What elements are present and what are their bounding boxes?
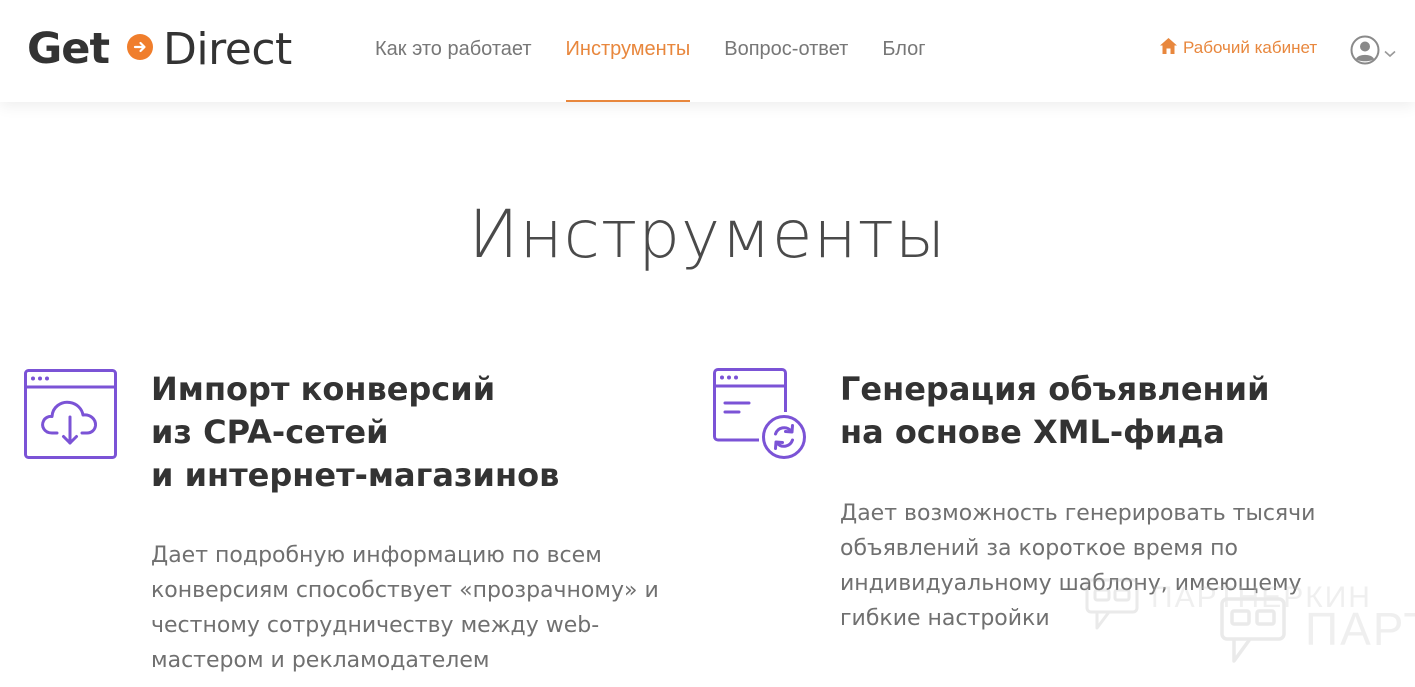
logo[interactable]: Get Direct: [27, 22, 292, 76]
arrow-right-circle-icon: [127, 34, 154, 60]
cabinet-label: Рабочий кабинет: [1183, 38, 1318, 57]
feature-desc-line: конверсиям способствует «прозрачному» и: [151, 578, 659, 603]
feature-title: Генерация объявлений на основе XML-фида: [840, 368, 1270, 454]
feature-desc-line: Дает подробную информацию по всем: [151, 543, 602, 568]
user-menu[interactable]: [1350, 35, 1396, 69]
feature-desc-line: объявлений за короткое время по: [840, 536, 1238, 561]
site-header: Get Direct Как это работает Инструменты …: [0, 0, 1415, 102]
watermark-text: ПАРТ: [1305, 603, 1415, 655]
nav-item-blog[interactable]: Блог: [882, 0, 925, 102]
feature-desc-line: Дает возможность генерировать тысячи: [840, 501, 1316, 526]
feature-title: Импорт конверсий из CPA-сетей и интернет…: [151, 368, 559, 497]
user-avatar-icon: [1350, 35, 1380, 69]
feature-title-line: Импорт конверсий: [151, 370, 496, 408]
main-nav: Как это работает Инструменты Вопрос-отве…: [375, 0, 960, 102]
logo-text-direct: Direct: [163, 23, 292, 75]
watermark-logo-icon: [1220, 597, 1290, 671]
feature-desc-line: мастером и рекламодателем: [151, 648, 490, 673]
chevron-down-icon: [1384, 43, 1396, 62]
feature-title-line: Генерация объявлений: [840, 370, 1270, 408]
feature-title-line: и интернет-магазинов: [151, 456, 560, 494]
cabinet-link[interactable]: Рабочий кабинет: [1159, 37, 1317, 59]
feature-description: Дает подробную информацию по всем конвер…: [151, 538, 659, 678]
feature-desc-line: честному сотрудничеству между web-: [151, 613, 600, 638]
page-title: Инструменты: [468, 196, 947, 273]
watermark-logo-icon: [1085, 578, 1141, 638]
home-icon: [1159, 37, 1178, 59]
nav-item-tools[interactable]: Инструменты: [565, 0, 690, 102]
nav-item-faq[interactable]: Вопрос-ответ: [724, 0, 848, 102]
logo-text-get: Get: [27, 24, 110, 74]
feature-title-line: из CPA-сетей: [151, 413, 389, 451]
feature-title-line: на основе XML-фида: [840, 413, 1225, 451]
refresh-window-icon: [713, 368, 807, 464]
nav-item-how-it-works[interactable]: Как это работает: [375, 0, 532, 102]
cloud-download-window-icon: [24, 369, 117, 463]
